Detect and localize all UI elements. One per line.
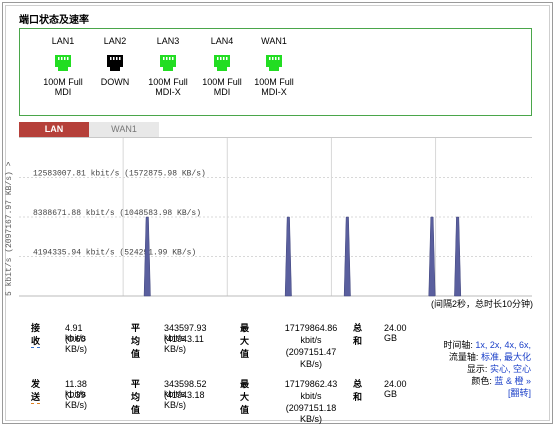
port-lan1: LAN1 100M Full MDI xyxy=(33,35,93,97)
flow-axis-label: 流量轴: xyxy=(448,352,479,362)
port-mode: MDI xyxy=(54,87,72,97)
recv-max-3: (2097151.47 xyxy=(285,347,337,357)
color-more-link[interactable]: » xyxy=(526,376,531,386)
flow-max-link[interactable]: 最大化 xyxy=(504,352,531,362)
ethernet-port-icon xyxy=(266,55,282,71)
time-1x-link[interactable]: 1x, xyxy=(475,340,487,350)
port-lan3: LAN3 100M Full MDI-X xyxy=(138,35,198,97)
port-lan2: LAN2 DOWN xyxy=(85,35,145,87)
y-axis-label-text: 5 kbit/s (2097167.97 KB/s) > xyxy=(5,161,14,296)
traffic-spike xyxy=(284,216,292,297)
recv-total: 24.00 GB xyxy=(384,323,407,343)
recv-total-label: 总和 xyxy=(353,323,363,346)
interface-tabs: LAN WAN1 xyxy=(19,122,532,137)
color-orange-link[interactable]: & 橙 xyxy=(506,376,524,386)
time-axis-label: 时间轴: xyxy=(443,340,473,350)
time-4x-link[interactable]: 4x, xyxy=(504,340,516,350)
send-max-2: kbit/s xyxy=(300,391,322,401)
section-title: 端口状态及速率 xyxy=(19,15,89,26)
recv-avg-label: 平均值 xyxy=(131,323,141,359)
flip-option: [翻转] xyxy=(430,387,531,399)
port-name: LAN1 xyxy=(51,36,75,46)
recv-label[interactable]: 接收 xyxy=(31,321,41,348)
flip-link[interactable]: [翻转] xyxy=(508,388,531,398)
port-speed: DOWN xyxy=(100,77,130,87)
port-name: LAN4 xyxy=(210,36,234,46)
flow-standard-link[interactable]: 标准, xyxy=(481,352,502,362)
traffic-chart: 12583007.81 kbit/s (1572875.98 KB/s) 8388… xyxy=(19,138,532,297)
port-mode: MDI-X xyxy=(155,87,181,97)
port-speed: 100M Full xyxy=(202,77,242,87)
recv-max-label: 最大值 xyxy=(240,323,250,359)
send-max-4: KB/s) xyxy=(299,414,322,424)
send-current-kb: (1.39 KB/s) xyxy=(65,390,88,410)
traffic-spike xyxy=(343,216,351,297)
recv-max-1: 17179864.86 xyxy=(284,323,338,333)
traffic-spike xyxy=(428,216,436,297)
send-max-1: 17179862.43 xyxy=(284,379,338,389)
send-max-3: (2097151.18 xyxy=(285,403,337,413)
time-6x-link[interactable]: 6x, xyxy=(519,340,531,350)
recv-avg-kb: (41943.11 KB/s) xyxy=(164,334,204,354)
port-name: WAN1 xyxy=(261,36,287,46)
port-speed: 100M Full xyxy=(148,77,188,87)
port-mode: MDI xyxy=(213,87,231,97)
send-avg-kb: (41943.18 KB/s) xyxy=(164,390,205,410)
value-gridline-label: 8388671.88 kbit/s (1048583.98 KB/s) xyxy=(33,209,201,218)
traffic-spike xyxy=(454,216,462,297)
ethernet-port-icon xyxy=(107,55,123,71)
time-axis-options: 时间轴: 1x, 2x, 4x, 6x, xyxy=(430,339,531,351)
port-lan4: LAN4 100M Full MDI xyxy=(192,35,252,97)
port-name: LAN2 xyxy=(103,36,127,46)
color-label: 颜色: xyxy=(471,376,492,386)
send-avg-label: 平均值 xyxy=(131,379,141,415)
time-2x-link[interactable]: 2x, xyxy=(490,340,502,350)
port-mode: MDI-X xyxy=(261,87,287,97)
send-max-label: 最大值 xyxy=(240,379,250,415)
port-wan1: WAN1 100M Full MDI-X xyxy=(244,35,304,97)
traffic-spike xyxy=(143,216,151,297)
chart-interval-note: (间隔2秒，总时长10分钟) xyxy=(431,299,534,309)
color-blue-link[interactable]: 蓝 xyxy=(494,376,503,386)
tab-wan1[interactable]: WAN1 xyxy=(89,122,159,137)
port-speed: 100M Full xyxy=(43,77,83,87)
ethernet-port-icon xyxy=(160,55,176,71)
display-label: 显示: xyxy=(466,364,488,374)
port-speed: 100M Full xyxy=(254,77,294,87)
send-total: 24.00 GB xyxy=(384,379,407,399)
display-solid-link[interactable]: 实心, xyxy=(490,364,511,374)
send-total-label: 总和 xyxy=(353,379,363,402)
display-hollow-link[interactable]: 空心 xyxy=(513,364,531,374)
flow-axis-options: 流量轴: 标准, 最大化 xyxy=(430,351,531,363)
recv-max-4: KB/s) xyxy=(299,359,322,369)
ethernet-port-icon xyxy=(55,55,71,71)
display-options: 显示: 实心, 空心 xyxy=(430,363,531,375)
color-options: 颜色: 蓝 & 橙 » xyxy=(430,375,531,387)
recv-current-kb: (0.60 KB/s) xyxy=(65,334,88,354)
tab-lan[interactable]: LAN xyxy=(19,122,89,137)
recv-max-2: kbit/s xyxy=(300,335,322,345)
port-name: LAN3 xyxy=(156,36,180,46)
value-gridline-label: 4194335.94 kbit/s (524291.99 KB/s) xyxy=(33,249,196,258)
ethernet-port-icon xyxy=(214,55,230,71)
value-gridline-label: 12583007.81 kbit/s (1572875.98 KB/s) xyxy=(33,170,206,179)
y-axis-label: 5 kbit/s (2097167.97 KB/s) > xyxy=(5,161,14,296)
send-label[interactable]: 发送 xyxy=(31,377,41,404)
